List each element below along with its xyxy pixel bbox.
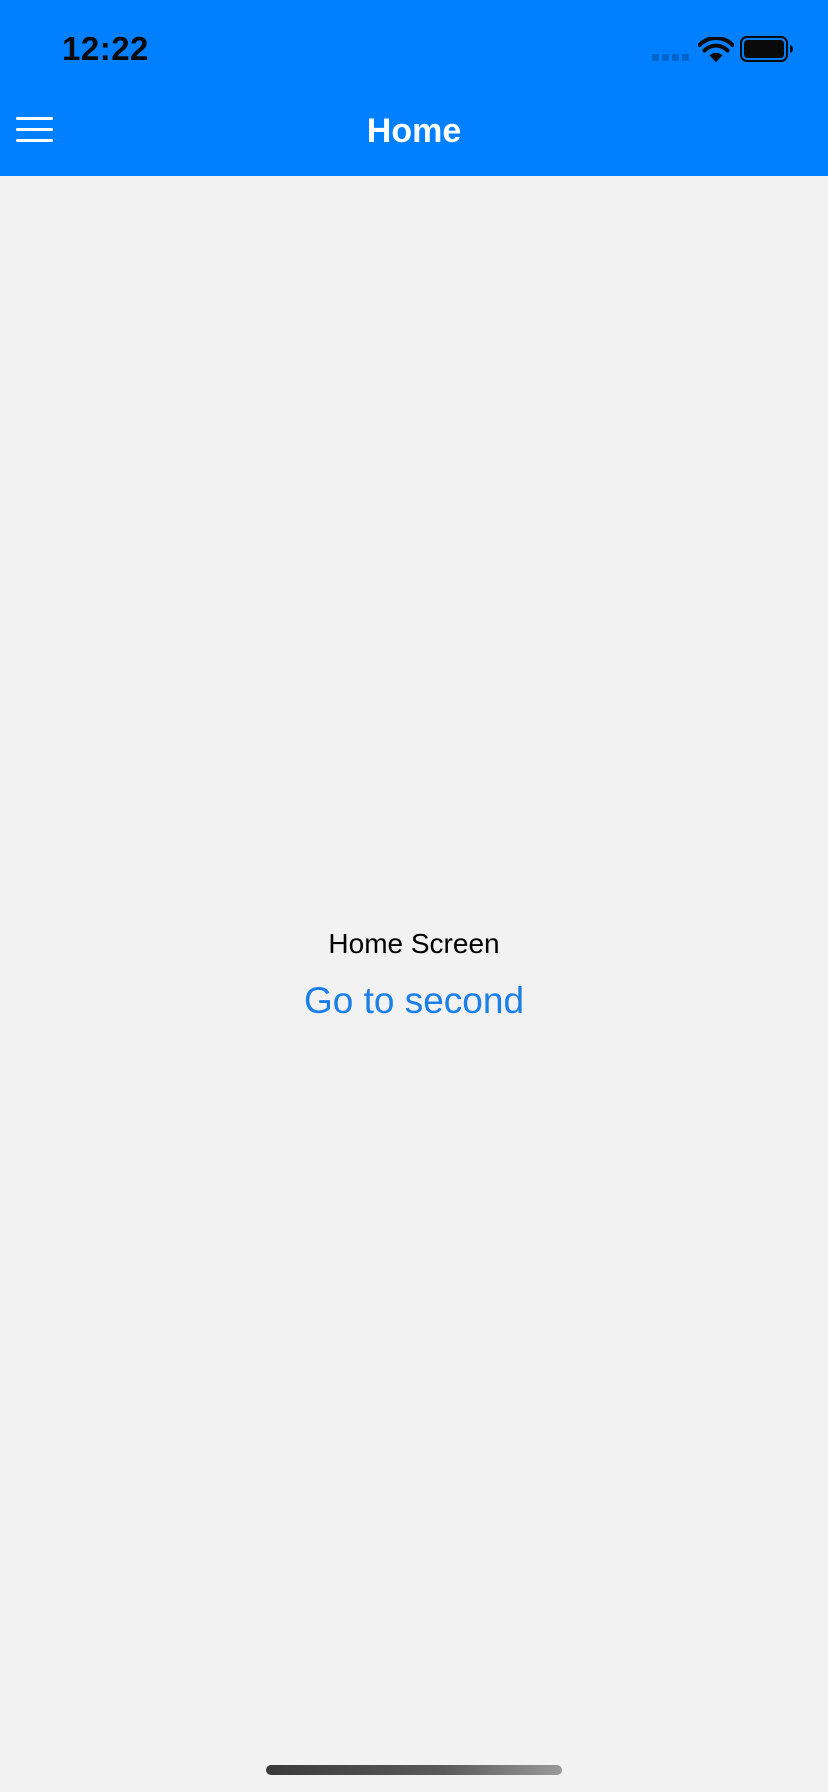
screen-label: Home Screen [328, 928, 500, 959]
status-bar: 12:22 [0, 0, 828, 88]
go-to-second-link[interactable]: Go to second [0, 980, 828, 1022]
home-indicator[interactable] [266, 1765, 562, 1775]
cellular-signal-icon [652, 54, 690, 62]
status-time: 12:22 [62, 30, 149, 67]
wifi-icon [698, 37, 734, 62]
nav-bar: Home [0, 88, 828, 176]
page-title: Home [366, 112, 462, 150]
battery-icon [740, 36, 793, 62]
